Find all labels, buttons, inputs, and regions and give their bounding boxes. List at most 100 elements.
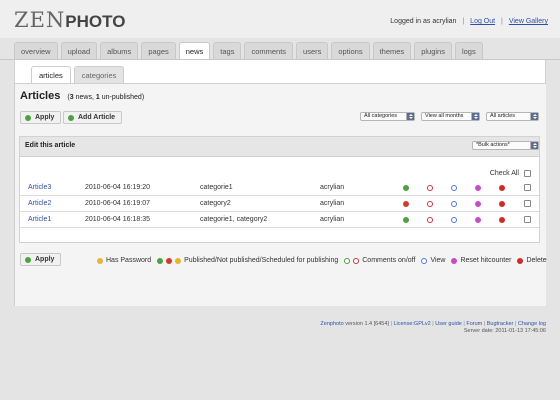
comments-toggle-icon[interactable] bbox=[427, 185, 433, 191]
page-title: Articles (3 news, 1 un-published) bbox=[20, 90, 144, 102]
delete-icon[interactable] bbox=[499, 201, 505, 207]
article-title-link[interactable]: Article2 bbox=[28, 200, 51, 207]
article-filter-value: All articles bbox=[490, 113, 516, 119]
table-row: Article2 2010-06-04 16:19:07 category2 a… bbox=[20, 196, 539, 212]
reset-hitcounter-icon[interactable] bbox=[475, 185, 481, 191]
view-gallery-link[interactable]: View Gallery bbox=[509, 18, 548, 25]
news-count: 3 bbox=[69, 94, 74, 101]
article-date: 2010-06-04 16:19:07 bbox=[85, 200, 150, 207]
row-checkbox[interactable] bbox=[524, 184, 531, 191]
articles-content: Articles (3 news, 1 un-published) Apply … bbox=[15, 83, 547, 306]
article-title-link[interactable]: Article1 bbox=[28, 216, 51, 223]
delete-icon[interactable] bbox=[499, 185, 505, 191]
comments-toggle-icon[interactable] bbox=[427, 201, 433, 207]
published-icon[interactable] bbox=[403, 185, 409, 191]
row-checkbox[interactable] bbox=[524, 200, 531, 207]
tab-logs[interactable]: logs bbox=[454, 42, 483, 59]
article-author: acrylian bbox=[320, 216, 345, 223]
article-filter-select[interactable]: All articles bbox=[486, 112, 539, 121]
forum-link[interactable]: Forum bbox=[466, 321, 482, 327]
server-date: Server date: 2011-01-13 17:45:06 bbox=[463, 328, 546, 334]
month-filter-value: View all months bbox=[425, 113, 464, 119]
tab-users[interactable]: users bbox=[296, 42, 329, 59]
apply-button-bottom[interactable]: Apply bbox=[20, 253, 62, 266]
license-link[interactable]: License:GPLv2 bbox=[393, 321, 430, 327]
view-icon[interactable] bbox=[451, 217, 457, 223]
article-categories: categorie1 bbox=[200, 184, 233, 191]
comments-toggle-icon[interactable] bbox=[427, 217, 433, 223]
logout-link[interactable]: Log Out bbox=[470, 18, 495, 25]
category-filter-select[interactable]: All categories bbox=[360, 112, 415, 121]
logo-photo: PHOTO bbox=[65, 12, 126, 31]
unpublished-word: un-published) bbox=[101, 94, 145, 101]
reset-hitcounter-icon[interactable] bbox=[475, 201, 481, 207]
unpublished-icon[interactable] bbox=[403, 201, 409, 207]
logo-zen: ZEN bbox=[14, 8, 66, 32]
add-article-button[interactable]: Add Article bbox=[63, 111, 123, 124]
page-title-text: Articles bbox=[20, 90, 61, 102]
tab-themes[interactable]: themes bbox=[372, 42, 412, 59]
legend-password: Has Password bbox=[97, 257, 151, 264]
tab-upload[interactable]: upload bbox=[60, 42, 98, 59]
article-date: 2010-06-04 16:19:20 bbox=[85, 184, 150, 191]
legend-delete: Delete bbox=[517, 257, 547, 264]
check-all-checkbox[interactable] bbox=[524, 170, 531, 177]
reset-hitcounter-icon[interactable] bbox=[475, 217, 481, 223]
tab-tags[interactable]: tags bbox=[213, 42, 242, 59]
article-title-link[interactable]: Article3 bbox=[28, 184, 51, 191]
subtab-articles[interactable]: articles bbox=[31, 66, 71, 83]
check-all-control[interactable]: Check All bbox=[490, 170, 531, 177]
check-icon bbox=[25, 114, 31, 121]
month-filter-select[interactable]: View all months bbox=[421, 112, 480, 121]
table-row: Article3 2010-06-04 16:19:20 categorie1 … bbox=[20, 180, 539, 196]
unpublished-icon bbox=[166, 257, 173, 264]
user-guide-link[interactable]: User guide bbox=[435, 321, 462, 327]
bulk-actions-select[interactable]: *Bulk actions* bbox=[472, 141, 539, 150]
main-panel: articles categories Articles (3 news, 1 … bbox=[14, 60, 547, 306]
tab-albums[interactable]: albums bbox=[100, 42, 139, 59]
article-author: acrylian bbox=[320, 200, 345, 207]
changelog-link[interactable]: Change log bbox=[518, 321, 546, 327]
comments-off-icon bbox=[353, 257, 360, 264]
admin-header: ZENPHOTO Logged in as acrylian | Log Out… bbox=[0, 0, 560, 38]
select-arrows-icon bbox=[530, 113, 538, 120]
tab-plugins[interactable]: plugins bbox=[414, 42, 452, 59]
article-categories: categorie1, category2 bbox=[200, 216, 268, 223]
delete-icon[interactable] bbox=[499, 217, 505, 223]
check-icon bbox=[25, 256, 31, 263]
zenphoto-link[interactable]: Zenphoto bbox=[320, 321, 343, 327]
view-icon[interactable] bbox=[451, 185, 457, 191]
tab-options[interactable]: options bbox=[331, 42, 370, 59]
news-word: news, bbox=[75, 94, 94, 101]
icon-legend: Has Password Published/Not published/Sch… bbox=[97, 257, 553, 264]
row-checkbox[interactable] bbox=[524, 216, 531, 223]
scheduled-icon bbox=[175, 257, 182, 264]
reset-hitcounter-icon bbox=[451, 257, 458, 264]
add-icon bbox=[68, 114, 74, 121]
tab-overview[interactable]: overview bbox=[14, 42, 58, 59]
delete-icon bbox=[517, 257, 524, 264]
footer-links: Zenphoto version 1.4 [6454] | License:GP… bbox=[320, 321, 546, 327]
user-links: Logged in as acrylian | Log Out | View G… bbox=[390, 18, 548, 25]
select-arrows-icon bbox=[530, 142, 538, 149]
apply-label: Apply bbox=[35, 256, 55, 263]
zenphoto-logo: ZENPHOTO bbox=[14, 8, 125, 32]
tab-comments[interactable]: comments bbox=[244, 42, 294, 59]
article-summary: (3 news, 1 un-published) bbox=[67, 94, 145, 101]
add-article-label: Add Article bbox=[78, 114, 116, 121]
articles-table-panel: Edit this article *Bulk actions* Check A… bbox=[19, 136, 540, 243]
category-filter-value: All categories bbox=[364, 113, 398, 119]
view-icon[interactable] bbox=[451, 201, 457, 207]
tab-news[interactable]: news bbox=[178, 42, 211, 60]
bugtracker-link[interactable]: Bugtracker bbox=[487, 321, 514, 327]
tab-pages[interactable]: pages bbox=[141, 42, 176, 59]
subtab-categories[interactable]: categories bbox=[73, 66, 125, 83]
article-categories: category2 bbox=[200, 200, 231, 207]
comments-on-icon bbox=[344, 257, 351, 264]
select-arrows-icon bbox=[471, 113, 479, 120]
table-header: Edit this article *Bulk actions* bbox=[20, 137, 539, 157]
published-icon[interactable] bbox=[403, 217, 409, 223]
published-icon bbox=[157, 257, 164, 264]
check-all-label: Check All bbox=[489, 170, 519, 177]
apply-button-top[interactable]: Apply bbox=[20, 111, 62, 124]
